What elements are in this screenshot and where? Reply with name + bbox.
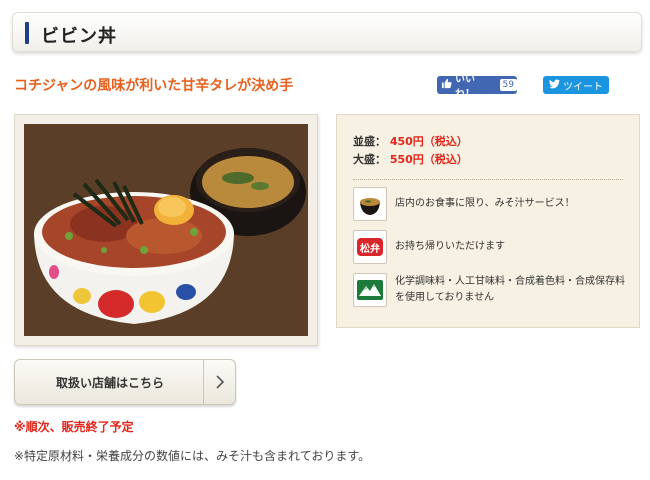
large-price: 550円（税込） — [389, 153, 468, 166]
nutrition-note: ※特定原材料・栄養成分の数値には、みそ汁も含まれております。 — [14, 449, 371, 463]
sale-end-notice: ※順次、販売終了予定 — [14, 420, 134, 434]
service-item-takeout: 松弁 お持ち帰りいただけます — [353, 230, 627, 264]
facebook-like-button[interactable]: いいね！ 59 — [437, 74, 517, 100]
tweet-button[interactable]: ツイート — [543, 76, 609, 94]
service-item-additive-free: 化学調味料・人工甘味料・合成着色料・合成保存料を使用しておりません — [353, 273, 627, 307]
like-label: いいね！ — [455, 74, 475, 100]
product-photo-frame — [14, 114, 318, 346]
product-tagline: コチジャンの風味が利いた甘辛タレが決め手 — [14, 78, 294, 94]
service-miso-text: 店内のお食事に限り、みそ汁サービス！ — [395, 198, 575, 209]
product-photo — [24, 124, 308, 336]
service-additive-free-text: 化学調味料・人工甘味料・合成着色料・合成保存料を使用しておりません — [395, 276, 625, 303]
takeout-logo-icon: 松弁 — [353, 230, 387, 264]
takeout-logo-text: 松弁 — [360, 242, 380, 255]
product-info-panel: 並盛： 450円（税込） 大盛： 550円（税込） 店内のお食事に限り、みそ汁サ… — [336, 114, 640, 328]
title-accent-bar — [25, 22, 29, 44]
like-count: 59 — [499, 79, 517, 91]
regular-price: 450円（税込） — [389, 135, 468, 148]
mountain-logo-icon — [353, 273, 387, 307]
page-title: ビビン丼 — [41, 26, 117, 47]
thumbs-up-icon — [441, 78, 452, 92]
miso-soup-icon — [353, 187, 387, 221]
tweet-label: ツイート — [563, 81, 603, 93]
store-locator-button[interactable]: 取扱い店舗はこちら — [14, 359, 236, 405]
twitter-bird-icon — [549, 78, 560, 92]
chevron-right-icon — [204, 360, 236, 404]
service-item-miso: 店内のお食事に限り、みそ汁サービス！ — [353, 187, 627, 221]
large-price-row: 大盛： 550円（税込） — [353, 151, 468, 167]
regular-size-label: 並盛： — [353, 135, 386, 148]
price-divider — [353, 179, 623, 180]
large-size-label: 大盛： — [353, 153, 386, 166]
page-header: ビビン丼 — [12, 12, 642, 52]
regular-price-row: 並盛： 450円（税込） — [353, 133, 468, 149]
service-takeout-text: お持ち帰りいただけます — [395, 241, 505, 252]
store-locator-label: 取扱い店舗はこちら — [55, 375, 164, 390]
